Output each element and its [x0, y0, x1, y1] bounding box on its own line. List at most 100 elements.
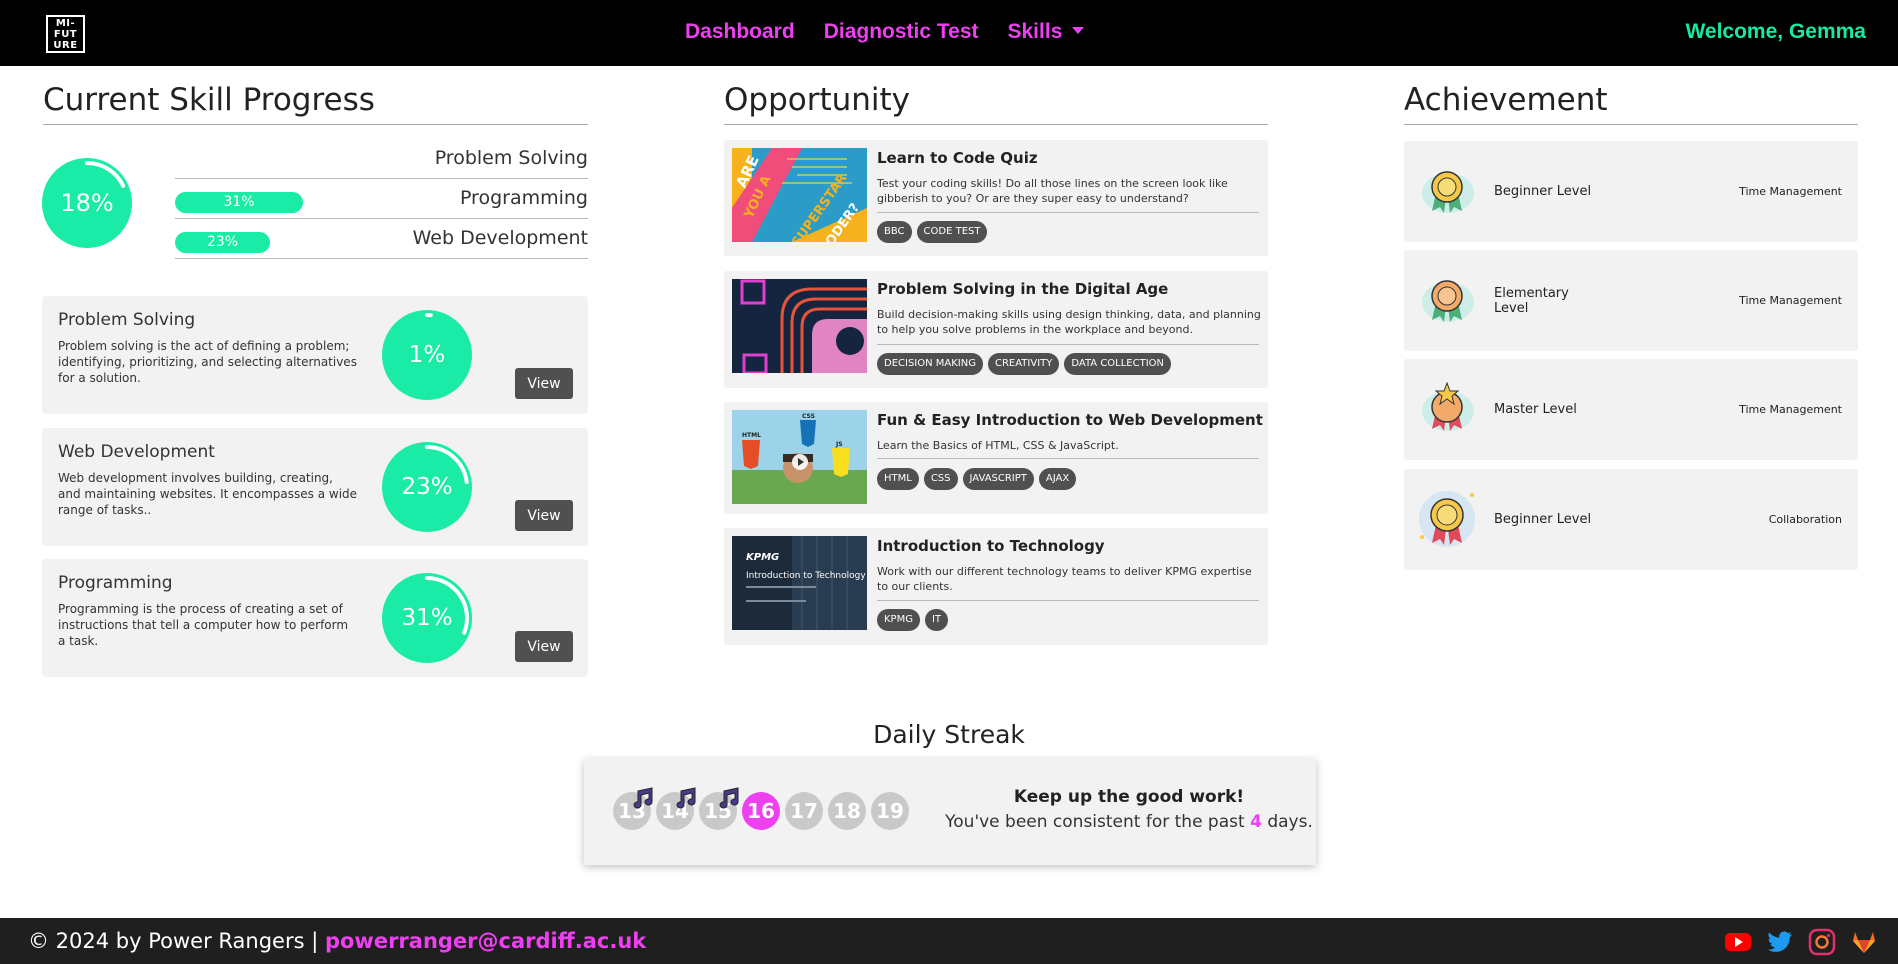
progress-row-programming: 31% Programming [175, 179, 588, 219]
progress-row-label: Programming [459, 187, 588, 209]
coding-quiz-image: ARE YOU A SUPERSTAR CODER? [732, 148, 867, 242]
skill-card-title: Web Development [58, 442, 215, 462]
achievement-level: Beginner Level [1494, 184, 1592, 199]
gitlab-icon[interactable] [1850, 928, 1878, 956]
opportunity-card[interactable]: Problem Solving in the Digital Age Build… [724, 271, 1268, 388]
streak-day: 18 [828, 792, 866, 830]
social-links [1724, 928, 1878, 956]
tag[interactable]: AJAX [1038, 468, 1077, 490]
opportunity-card[interactable]: ARE YOU A SUPERSTAR CODER? Learn to Code… [724, 140, 1268, 256]
skill-card-description: Web development involves building, creat… [58, 471, 358, 517]
opportunity-description: Test your coding skills! Do all those li… [877, 177, 1228, 205]
progress-row-problem-solving: Problem Solving [175, 139, 588, 179]
chevron-down-icon [1072, 27, 1085, 34]
opportunity-description: Build decision-making skills using desig… [877, 308, 1261, 336]
skill-card-description: Programming is the process of creating a… [58, 602, 349, 648]
tag[interactable]: BBC [877, 221, 912, 243]
skill-progress-value: 31% [401, 605, 453, 631]
achievement-title: Achievement [1404, 82, 1608, 118]
opportunity-title-text: Introduction to Technology [877, 537, 1105, 555]
opportunity-tags: DECISION MAKING CREATIVITY DATA COLLECTI… [877, 353, 1172, 375]
web-dev-thumbnail: HTML CSS JS [732, 410, 867, 504]
skill-card-programming: Programming Programming is the process o… [42, 559, 588, 677]
daily-streak-title: Daily Streak [873, 720, 1025, 749]
opportunity-title-text: Fun & Easy Introduction to Web Developme… [877, 411, 1263, 429]
opportunity-description: Learn the Basics of HTML, CSS & JavaScri… [877, 439, 1119, 452]
streak-day: 19 [871, 792, 909, 830]
achievement-category: Time Management [1739, 294, 1842, 307]
footer-text: © 2024 by Power Rangers | powerranger@ca… [28, 929, 646, 953]
achievement-card: Beginner Level Collaboration [1404, 469, 1858, 570]
overall-progress-value: 18% [60, 189, 114, 217]
thumb-text-html: HTML [742, 432, 761, 439]
music-note-icon [676, 787, 696, 809]
skill-progress-circle: 1% [382, 310, 472, 400]
tag[interactable]: IT [924, 609, 949, 631]
opportunity-separator [877, 344, 1259, 345]
view-button[interactable]: View [515, 368, 573, 399]
footer-copyright: © 2024 by Power Rangers | [28, 929, 319, 953]
view-button[interactable]: View [515, 500, 573, 531]
thumb-text-js: JS [835, 441, 843, 448]
medal-icon [1419, 491, 1475, 547]
nav-skills-dropdown[interactable]: Skills [1008, 20, 1085, 44]
music-note-icon [719, 787, 739, 809]
footer: © 2024 by Power Rangers | powerranger@ca… [0, 918, 1898, 964]
instagram-icon[interactable] [1808, 928, 1836, 956]
problem-solving-thumbnail [732, 279, 867, 373]
progress-bar: 31% [175, 192, 303, 213]
nav-links: Dashboard Diagnostic Test Skills [685, 20, 1085, 44]
medal-icon [1422, 171, 1474, 213]
tag[interactable]: CSS [923, 468, 958, 490]
progress-row-label: Problem Solving [434, 147, 588, 169]
streak-day-today: 16 [742, 792, 780, 830]
mifuture-logo[interactable]: MI- FUT URE [46, 15, 85, 53]
opportunity-separator [877, 458, 1259, 459]
nav-dashboard-link[interactable]: Dashboard [685, 20, 795, 44]
progress-row-web-development: 23% Web Development [175, 219, 588, 259]
achievement-category: Time Management [1739, 403, 1842, 416]
top-navbar: MI- FUT URE Dashboard Diagnostic Test Sk… [0, 0, 1898, 66]
opportunity-tags: HTML CSS JAVASCRIPT AJAX [877, 468, 1077, 490]
skill-card-description: Problem solving is the act of defining a… [58, 339, 357, 385]
skill-progress-value: 1% [408, 342, 446, 368]
achievement-card: Beginner Level Time Management [1404, 141, 1858, 242]
achievement-category: Collaboration [1768, 513, 1842, 526]
streak-count: 4 [1250, 812, 1262, 832]
youtube-icon[interactable] [1724, 928, 1752, 956]
opportunity-title-text: Problem Solving in the Digital Age [877, 280, 1169, 298]
streak-message-prefix: You've been consistent for the past [945, 812, 1245, 832]
tag[interactable]: JAVASCRIPT [962, 468, 1034, 490]
opportunity-card[interactable]: HTML CSS JS Fun & Easy Introduction to W… [724, 402, 1268, 514]
music-note-icon [633, 787, 653, 809]
tag[interactable]: CODE TEST [916, 221, 988, 243]
kpmg-image: KPMG Introduction to Technology [732, 536, 867, 630]
opportunity-description: Work with our different technology teams… [877, 565, 1252, 593]
tag[interactable]: DATA COLLECTION [1064, 353, 1172, 375]
tag[interactable]: CREATIVITY [987, 353, 1060, 375]
opportunity-title: Opportunity [724, 82, 911, 118]
nav-skills-label: Skills [1007, 20, 1063, 43]
welcome-message: Welcome, Gemma [1685, 20, 1866, 43]
web-dev-image: HTML CSS JS [732, 410, 867, 504]
twitter-icon[interactable] [1766, 928, 1794, 956]
nav-diagnostic-test-link[interactable]: Diagnostic Test [824, 20, 979, 44]
streak-day: 17 [785, 792, 823, 830]
skill-card-web-development: Web Development Web development involves… [42, 428, 588, 546]
tag[interactable]: DECISION MAKING [877, 353, 983, 375]
achievement-level: Beginner Level [1494, 512, 1592, 527]
opportunity-card[interactable]: KPMG Introduction to Technology Introduc… [724, 528, 1268, 645]
view-button[interactable]: View [515, 631, 573, 662]
medal-star-icon [1422, 381, 1474, 431]
opportunity-title-text: Learn to Code Quiz [877, 149, 1038, 167]
tag[interactable]: KPMG [877, 609, 920, 631]
tag[interactable]: HTML [877, 468, 919, 490]
kpmg-thumbnail: KPMG Introduction to Technology [732, 536, 867, 630]
opportunity-tags: BBC CODE TEST [877, 221, 988, 243]
footer-email-link[interactable]: powerranger@cardiff.ac.uk [325, 929, 646, 953]
achievement-divider [1404, 124, 1858, 125]
thumb-text-intro: Introduction to Technology [746, 571, 866, 581]
logo-line-1: MI- [55, 18, 76, 29]
achievement-card: Master Level Time Management [1404, 359, 1858, 460]
overall-progress-circle: 18% [42, 158, 132, 248]
